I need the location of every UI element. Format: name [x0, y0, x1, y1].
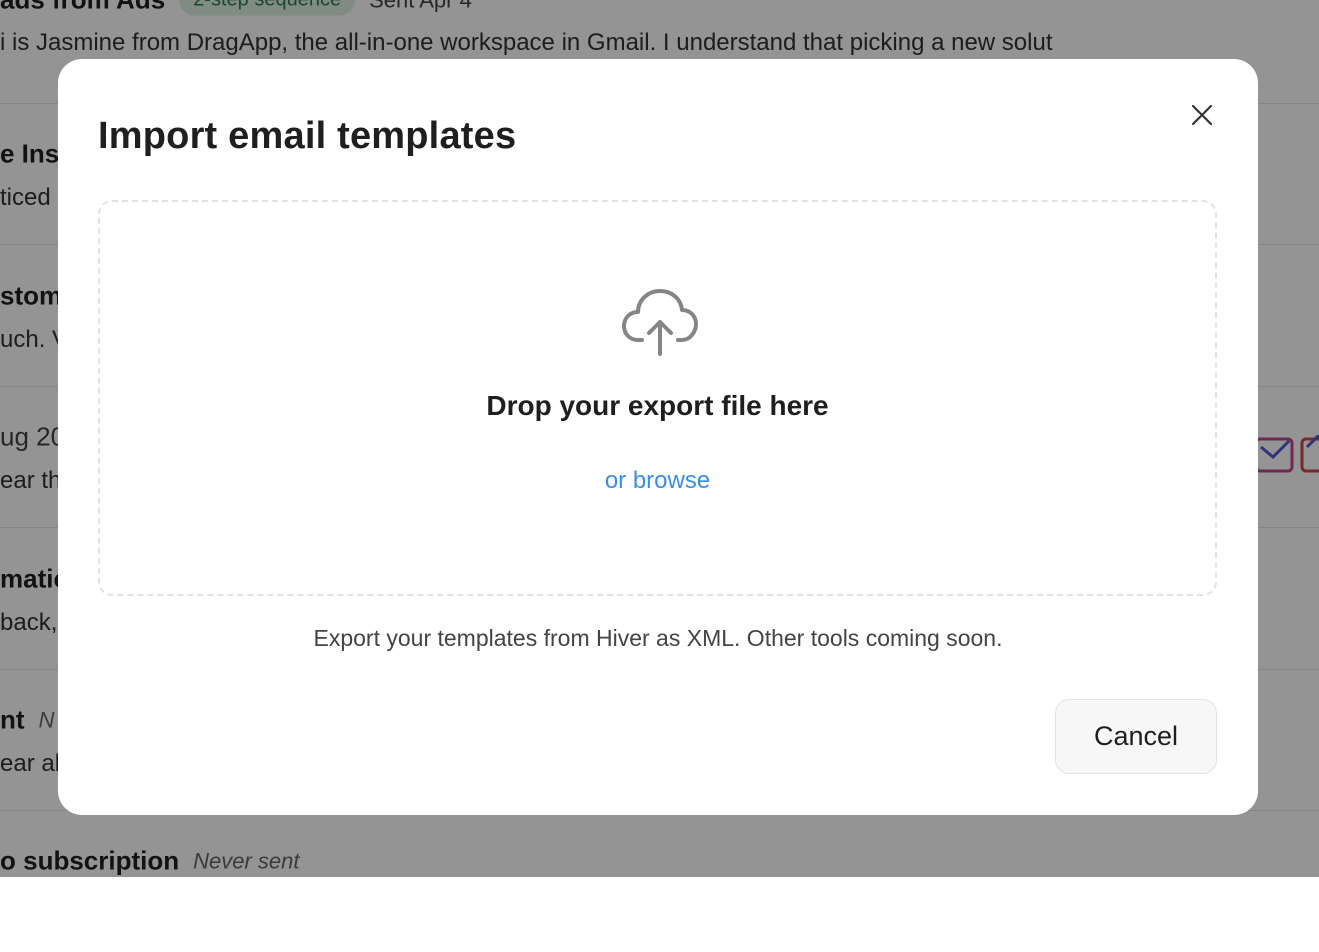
help-text: Export your templates from Hiver as XML.…	[313, 625, 1003, 651]
close-icon	[1191, 104, 1213, 126]
file-dropzone[interactable]: Drop your export file here or browse	[98, 200, 1217, 596]
dialog-title: Import email templates	[98, 115, 517, 157]
close-button[interactable]	[1184, 97, 1220, 133]
dropzone-title: Drop your export file here	[486, 390, 829, 421]
cloud-upload-icon	[622, 289, 698, 356]
browse-link[interactable]: or browse	[605, 467, 710, 494]
cancel-button[interactable]: Cancel	[1055, 699, 1217, 774]
import-templates-dialog: Import email templates Drop your export …	[58, 59, 1258, 815]
